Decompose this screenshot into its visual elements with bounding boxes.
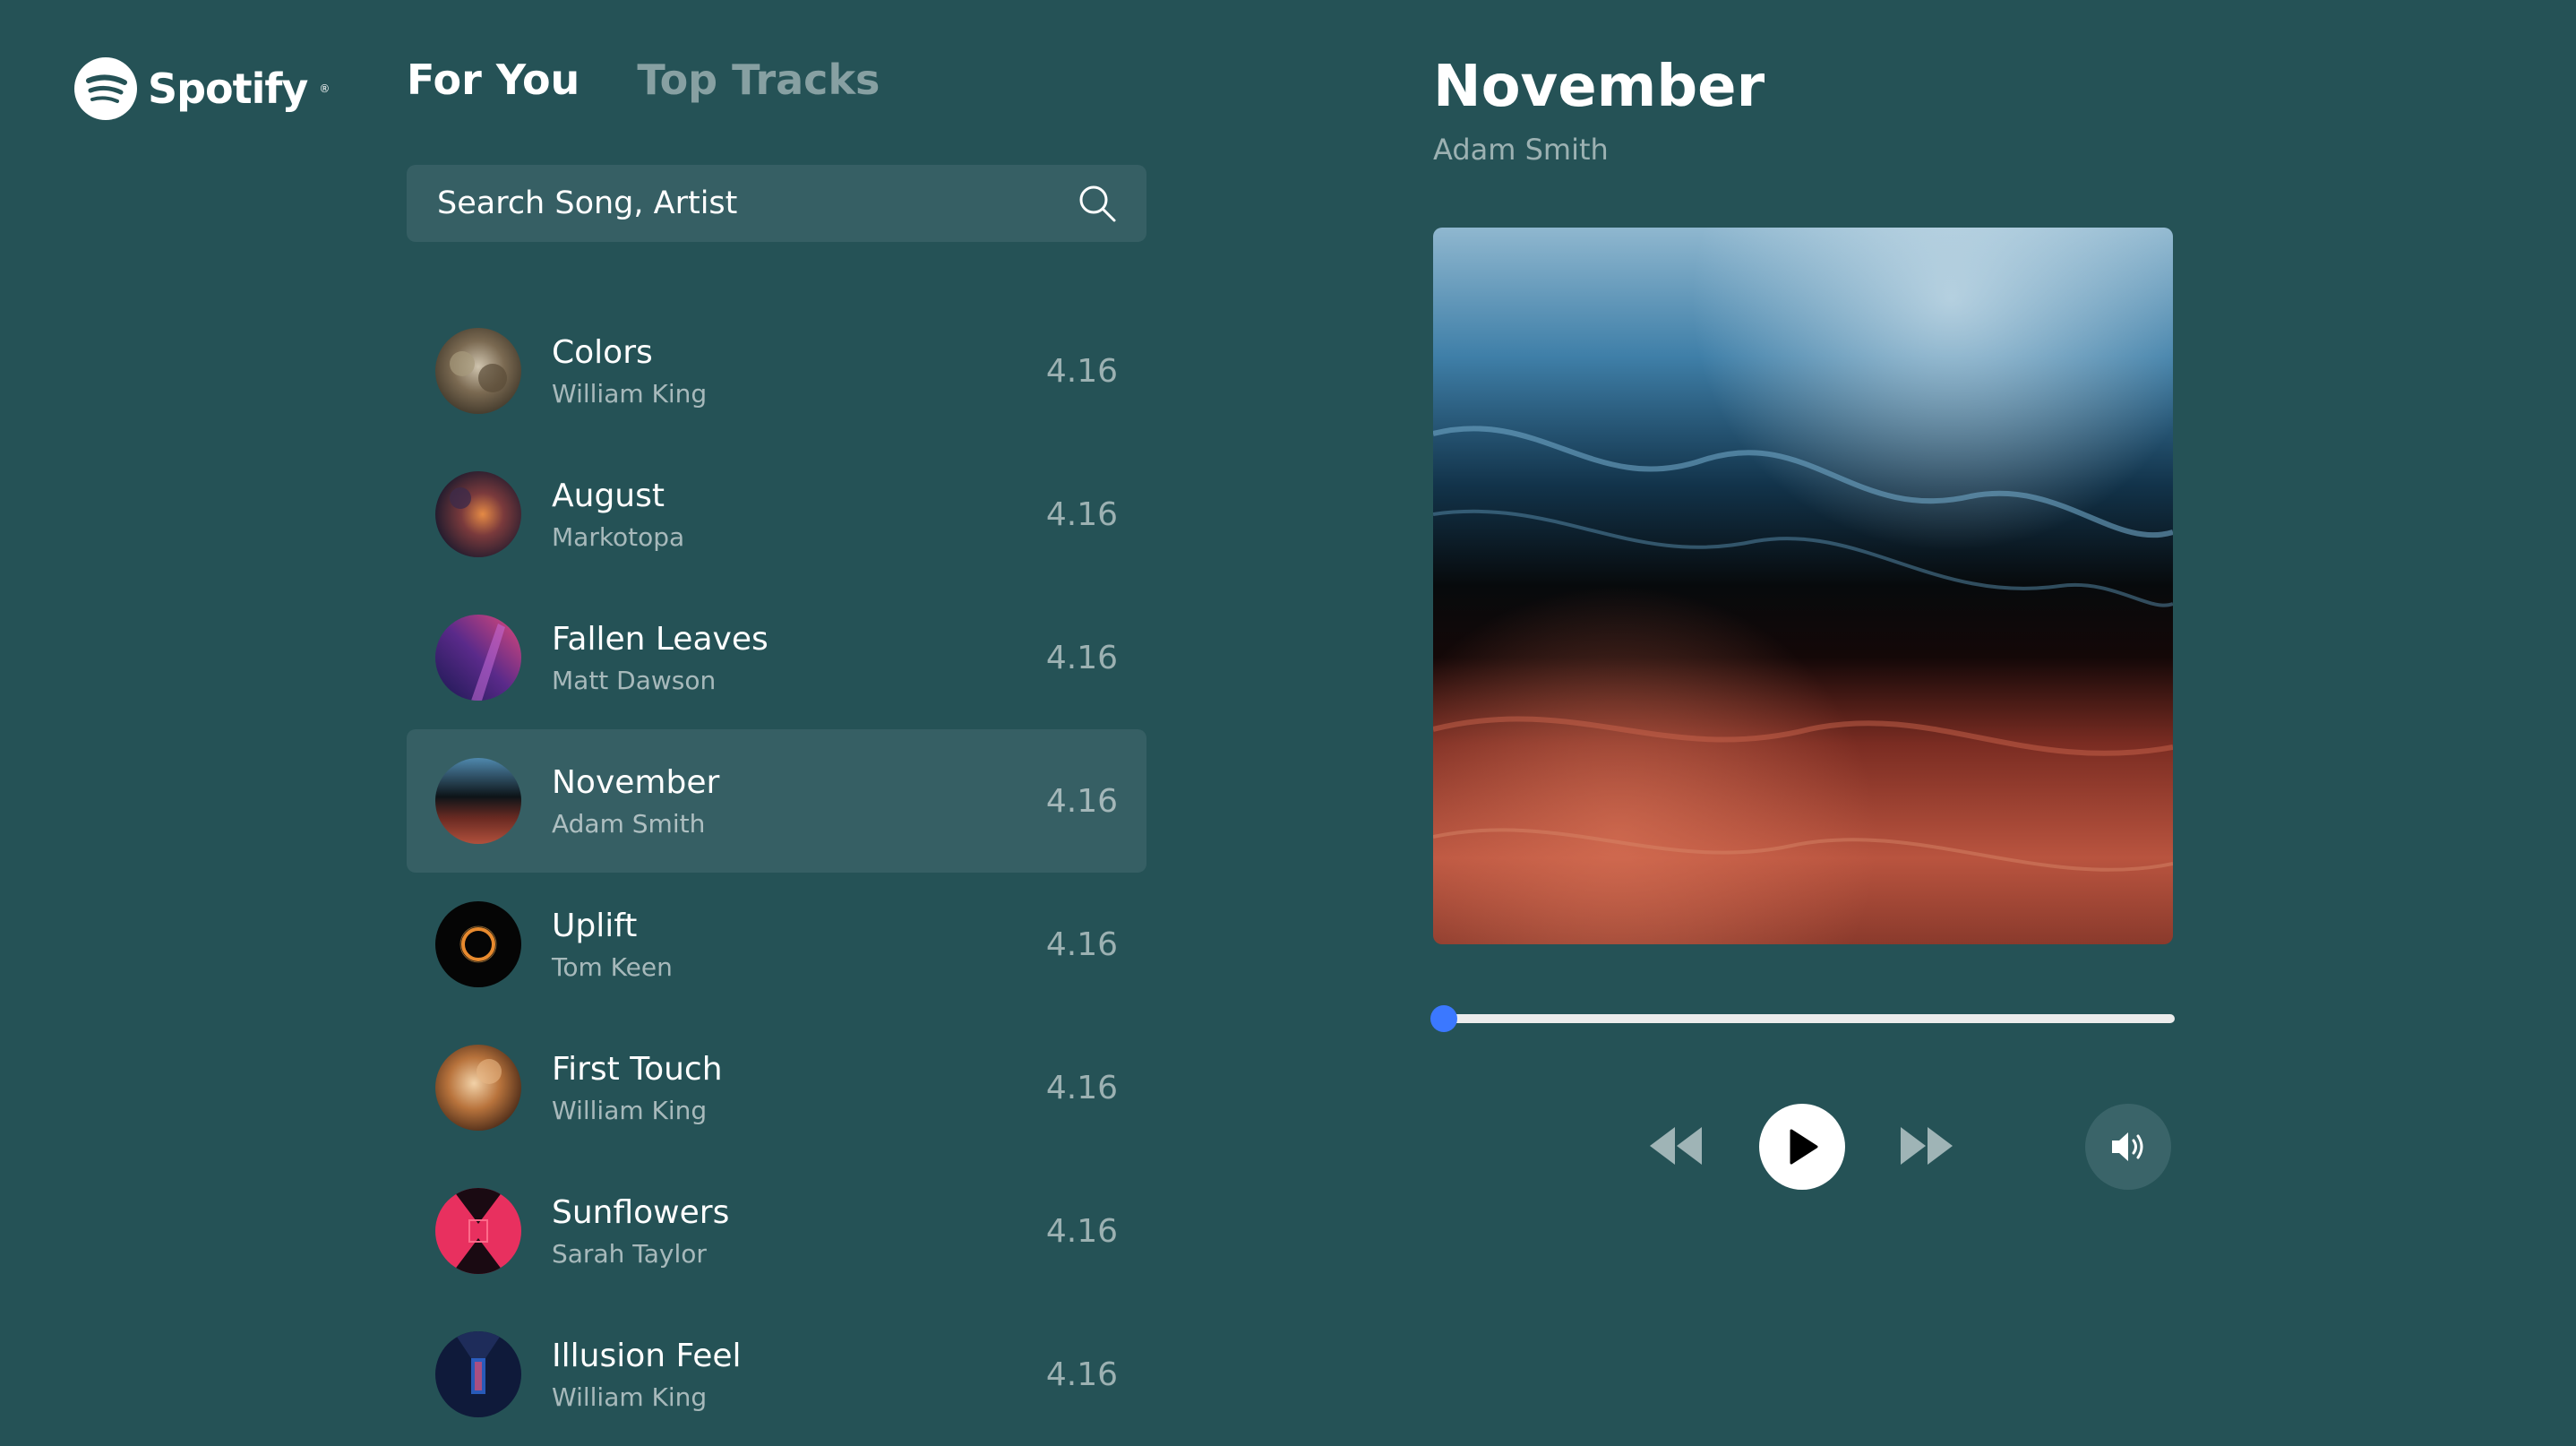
track-artwork [435, 1188, 521, 1274]
track-duration: 4.16 [1045, 639, 1118, 676]
track-row[interactable]: Illusion Feel William King 4.16 [407, 1303, 1146, 1446]
now-playing-artist: Adam Smith [1433, 133, 1609, 167]
track-title: First Touch [552, 1050, 723, 1088]
track-artist: William King [552, 379, 708, 409]
track-artwork [435, 1045, 521, 1131]
track-row-selected[interactable]: November Adam Smith 4.16 [407, 729, 1146, 873]
track-artwork [435, 901, 521, 987]
track-duration: 4.16 [1045, 1212, 1118, 1250]
track-title: Illusion Feel [552, 1337, 742, 1374]
track-title: Uplift [552, 907, 638, 944]
now-playing-title: November [1433, 54, 1765, 120]
tab-for-you[interactable]: For You [407, 56, 580, 104]
track-row[interactable]: Colors William King 4.16 [407, 299, 1146, 443]
track-row[interactable]: August Markotopa 4.16 [407, 443, 1146, 586]
track-row[interactable]: Uplift Tom Keen 4.16 [407, 873, 1146, 1016]
tab-bar: For You Top Tracks [407, 56, 880, 104]
trademark-mark: ® [319, 82, 331, 95]
track-artwork [435, 615, 521, 701]
spotify-icon [74, 57, 137, 120]
fast-forward-icon [1901, 1127, 1953, 1165]
rewind-icon [1650, 1127, 1702, 1165]
tab-top-tracks[interactable]: Top Tracks [637, 56, 880, 104]
track-artwork [435, 471, 521, 557]
progress-track [1437, 1014, 2175, 1023]
track-artist: Sarah Taylor [552, 1239, 707, 1270]
spotify-logo[interactable]: Spotify ® [74, 57, 330, 120]
track-row[interactable]: Sunflowers Sarah Taylor 4.16 [407, 1159, 1146, 1303]
search-icon[interactable] [1077, 183, 1118, 224]
track-title: Colors [552, 333, 653, 371]
track-artist: Matt Dawson [552, 666, 717, 696]
track-title: November [552, 763, 720, 801]
play-button[interactable] [1759, 1104, 1845, 1190]
album-cover [1433, 228, 2173, 944]
progress-knob[interactable] [1430, 1005, 1458, 1032]
search-bar [407, 165, 1146, 242]
track-duration: 4.16 [1045, 495, 1118, 533]
track-artist: Markotopa [552, 522, 685, 553]
track-duration: 4.16 [1045, 352, 1118, 390]
track-row[interactable]: Fallen Leaves Matt Dawson 4.16 [407, 586, 1146, 729]
track-artist: Adam Smith [552, 809, 706, 839]
volume-icon [2112, 1132, 2143, 1161]
track-row[interactable]: First Touch William King 4.16 [407, 1016, 1146, 1159]
progress-slider[interactable] [1430, 1005, 2175, 1032]
track-artist: Tom Keen [552, 952, 673, 983]
track-artist: William King [552, 1382, 708, 1413]
track-artwork [435, 328, 521, 414]
track-duration: 4.16 [1045, 925, 1118, 963]
brand-name: Spotify [148, 65, 308, 113]
fast-forward-button[interactable] [1899, 1123, 1954, 1168]
track-artwork [435, 758, 521, 844]
track-duration: 4.16 [1045, 782, 1118, 820]
search-input[interactable] [435, 185, 1077, 222]
track-title: Fallen Leaves [552, 620, 769, 658]
track-duration: 4.16 [1045, 1069, 1118, 1106]
track-list: Colors William King 4.16 August Markotop… [407, 299, 1146, 1446]
track-title: August [552, 477, 665, 514]
rewind-button[interactable] [1648, 1123, 1704, 1168]
track-artist: William King [552, 1096, 708, 1126]
volume-button[interactable] [2085, 1104, 2171, 1190]
play-icon [1790, 1129, 1818, 1165]
track-artwork [435, 1331, 521, 1417]
track-title: Sunflowers [552, 1193, 730, 1231]
track-duration: 4.16 [1045, 1356, 1118, 1393]
